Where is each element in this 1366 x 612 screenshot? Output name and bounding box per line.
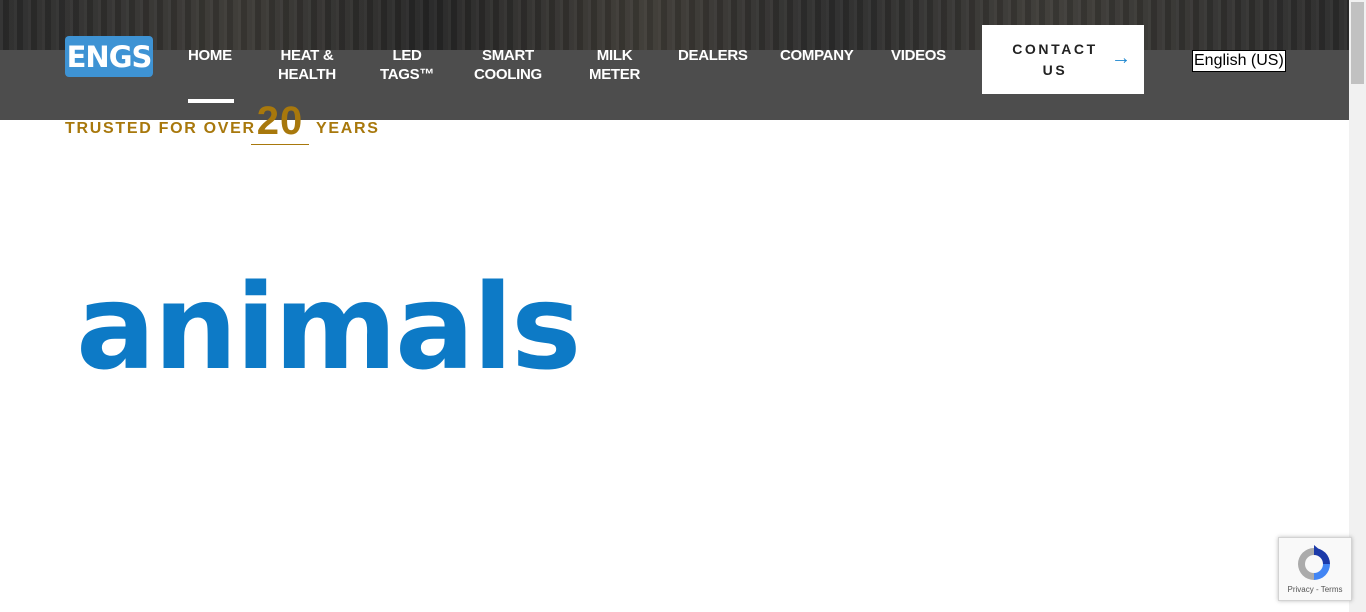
nav-milk-meter-line1: MILK [596, 47, 633, 64]
nav-heat-health-line1: HEAT & [280, 47, 334, 64]
nav-smart-cooling-line1: SMART [482, 47, 534, 64]
engs-logo[interactable]: ENGS [65, 36, 153, 77]
nav-home[interactable]: HOME [188, 46, 232, 65]
recaptcha-icon [1298, 545, 1330, 580]
nav-company-label: COMPANY [780, 47, 854, 64]
trusted-suffix: YEARS [316, 120, 380, 137]
nav-company[interactable]: COMPANY [780, 46, 854, 65]
nav-active-indicator [188, 99, 234, 103]
nav-smart-cooling-line2: COOLING [474, 66, 542, 83]
nav-smart-cooling[interactable]: SMART COOLING [474, 46, 542, 84]
hero-headline-word: animals [76, 258, 581, 396]
site-header: ENGS HOME HEAT & HEALTH LED TAGS™ SMART … [0, 0, 1349, 120]
page-scrollbar[interactable] [1349, 0, 1366, 612]
nav-videos[interactable]: VIDEOS [891, 46, 946, 65]
trusted-years-number: 20 [256, 99, 304, 143]
nav-led-tags-line2: TAGS™ [380, 66, 435, 83]
scrollbar-thumb[interactable] [1351, 2, 1364, 84]
nav-led-tags-line1: LED [392, 47, 422, 64]
contact-us-label: CONTACT US [1004, 39, 1106, 81]
nav-dealers[interactable]: DEALERS [678, 46, 748, 65]
contact-us-button[interactable]: CONTACT US → [982, 25, 1144, 94]
nav-videos-label: VIDEOS [891, 47, 946, 64]
page: ENGS HOME HEAT & HEALTH LED TAGS™ SMART … [0, 0, 1349, 612]
nav-heat-health[interactable]: HEAT & HEALTH [278, 46, 336, 84]
recaptcha-badge[interactable]: Privacy - Terms [1278, 537, 1352, 601]
nav-heat-health-line2: HEALTH [278, 66, 336, 83]
language-select[interactable]: English (US) [1192, 50, 1286, 72]
nav-milk-meter[interactable]: MILK METER [589, 46, 640, 84]
contact-us-line1: CONTACT [1012, 41, 1098, 57]
arrow-right-icon: → [1111, 47, 1131, 69]
nav-dealers-label: DEALERS [678, 47, 748, 64]
header-background-image [0, 0, 1349, 50]
recaptcha-links[interactable]: Privacy - Terms [1279, 585, 1351, 595]
nav-led-tags[interactable]: LED TAGS™ [380, 46, 434, 84]
nav-home-label: HOME [188, 47, 232, 64]
trusted-number-underline [251, 144, 309, 145]
trusted-prefix: TRUSTED FOR OVER [65, 120, 256, 137]
nav-milk-meter-line2: METER [589, 66, 641, 83]
contact-us-line2: US [1042, 62, 1068, 78]
